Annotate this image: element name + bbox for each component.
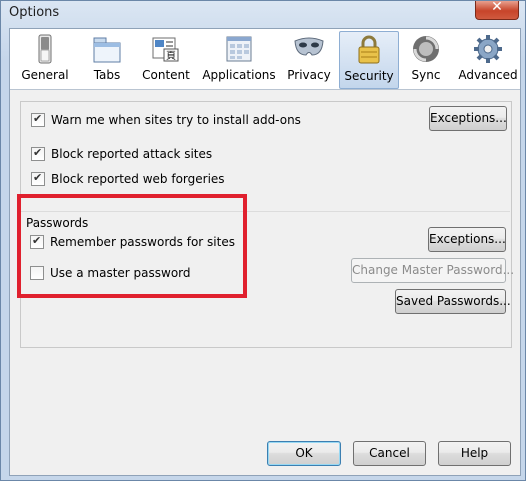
window-title: Options bbox=[9, 5, 60, 20]
addons-exceptions-button[interactable]: Exceptions... bbox=[429, 106, 507, 131]
addons-warning-label: Warn me when sites try to install add-on… bbox=[51, 113, 301, 127]
tab-label: Content bbox=[142, 68, 190, 82]
tab-security[interactable]: Security bbox=[339, 31, 399, 89]
addons-warning-row[interactable]: Warn me when sites try to install add-on… bbox=[31, 111, 361, 128]
block-attack-row[interactable]: Block reported attack sites bbox=[31, 145, 231, 162]
tab-applications[interactable]: Applications bbox=[200, 31, 278, 87]
pane-toolbar: General Tabs 頁 Content Applications Priv… bbox=[10, 29, 520, 90]
addons-warning-checkbox[interactable] bbox=[31, 111, 45, 127]
tab-tabs[interactable]: Tabs bbox=[82, 31, 132, 87]
tab-label: General bbox=[21, 68, 69, 82]
sync-icon bbox=[413, 36, 439, 62]
security-lock-icon bbox=[358, 35, 380, 64]
tab-privacy[interactable]: Privacy bbox=[282, 31, 336, 87]
tab-label: Advanced bbox=[458, 68, 518, 82]
privacy-mask-icon bbox=[294, 37, 324, 56]
annotation-highlight-box bbox=[17, 194, 247, 298]
svg-text:頁: 頁 bbox=[166, 50, 176, 62]
tab-label: Applications bbox=[202, 68, 276, 82]
content-icon: 頁 bbox=[152, 37, 179, 62]
options-window: Options ✕ General Tabs 頁 Content Applica… bbox=[0, 0, 526, 481]
cancel-button[interactable]: Cancel bbox=[353, 441, 426, 466]
passwords-exceptions-button[interactable]: Exceptions... bbox=[428, 227, 506, 252]
ok-button[interactable]: OK bbox=[267, 441, 341, 466]
tab-label: Sync bbox=[411, 68, 441, 82]
tab-general[interactable]: General bbox=[10, 31, 80, 87]
close-button[interactable]: ✕ bbox=[475, 0, 519, 20]
help-button[interactable]: Help bbox=[438, 441, 511, 466]
title-bar[interactable]: Options ✕ bbox=[1, 0, 525, 27]
block-attack-checkbox[interactable] bbox=[31, 145, 45, 161]
tab-label: Privacy bbox=[287, 68, 331, 82]
tab-label: Security bbox=[344, 69, 394, 83]
change-master-password-button[interactable]: Change Master Password... bbox=[351, 258, 514, 283]
block-forgeries-label: Block reported web forgeries bbox=[51, 172, 225, 186]
close-icon: ✕ bbox=[491, 0, 503, 15]
tab-sync[interactable]: Sync bbox=[402, 31, 450, 87]
tab-label: Tabs bbox=[93, 68, 121, 82]
tab-content[interactable]: 頁 Content bbox=[136, 31, 196, 87]
general-switch-icon bbox=[38, 34, 52, 64]
advanced-gear-icon bbox=[474, 35, 502, 63]
tab-advanced[interactable]: Advanced bbox=[457, 31, 519, 87]
block-forgeries-checkbox[interactable] bbox=[31, 170, 45, 186]
block-forgeries-row[interactable]: Block reported web forgeries bbox=[31, 170, 241, 187]
block-attack-label: Block reported attack sites bbox=[51, 147, 213, 161]
tabs-icon bbox=[93, 37, 121, 63]
saved-passwords-button[interactable]: Saved Passwords... bbox=[395, 289, 511, 314]
applications-icon bbox=[226, 36, 252, 62]
